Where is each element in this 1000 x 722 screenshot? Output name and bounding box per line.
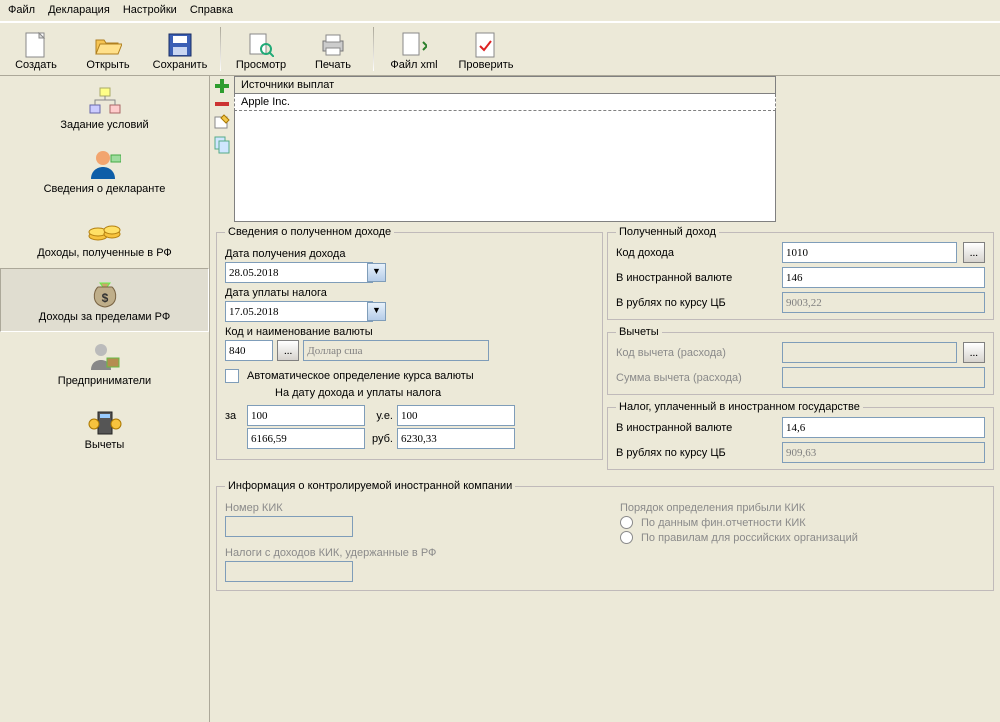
source-row[interactable]: Apple Inc.: [234, 94, 776, 111]
income-fc-label: В иностранной валюте: [616, 272, 776, 284]
ded-sum-input: [782, 367, 985, 388]
cfc-tax-label: Налоги с доходов КИК, удержанные в РФ: [225, 547, 590, 559]
sources-header: Источники выплат: [234, 76, 776, 94]
currency-lookup-button[interactable]: ...: [277, 340, 299, 361]
cfc-fieldset: Информация о контролируемой иностранной …: [216, 480, 994, 591]
date-tax-label: Дата уплаты налога: [225, 287, 594, 299]
income-rub-label: В рублях по курсу ЦБ: [616, 297, 776, 309]
preview-icon: [248, 33, 274, 57]
currency-label: Код и наименование валюты: [225, 326, 594, 338]
income-info-fieldset: Сведения о полученном доходе Дата получе…: [216, 226, 603, 460]
income-code-label: Код дохода: [616, 247, 776, 259]
printer-icon: [320, 33, 346, 57]
new-doc-icon: [25, 32, 47, 58]
nav-income-abroad[interactable]: $ Доходы за пределами РФ: [0, 268, 209, 332]
copy-source-icon[interactable]: [214, 136, 230, 154]
tax-rub-label: В рублях по курсу ЦБ: [616, 447, 776, 459]
nav-deductions[interactable]: Вычеты: [0, 396, 209, 460]
floppy-icon: [168, 33, 192, 57]
rate1-input[interactable]: [247, 405, 365, 426]
separator: [220, 27, 221, 71]
cfc-radio-2: [620, 531, 633, 544]
date-recv-label: Дата получения дохода: [225, 248, 594, 260]
tax-fc-input[interactable]: [782, 417, 985, 438]
open-button[interactable]: Открыть: [72, 31, 144, 75]
deductions-fieldset: Вычеты Код вычета (расхода) ... Сумма вы…: [607, 326, 994, 395]
toolbar: Создать Открыть Сохранить Просмотр Печат…: [0, 22, 1000, 76]
ded-code-label: Код вычета (расхода): [616, 347, 776, 359]
edit-source-icon[interactable]: [214, 114, 230, 130]
menubar[interactable]: Файл Декларация Настройки Справка: [0, 0, 1000, 22]
svg-text:$: $: [101, 291, 108, 305]
date-tax-input[interactable]: [225, 301, 373, 322]
menu-help[interactable]: Справка: [190, 4, 233, 16]
check-button[interactable]: Проверить: [450, 31, 522, 75]
nav-declarant[interactable]: Сведения о декларанте: [0, 140, 209, 204]
ded-code-lookup-button[interactable]: ...: [963, 342, 985, 363]
remove-source-icon[interactable]: [214, 100, 230, 108]
menu-settings[interactable]: Настройки: [123, 4, 177, 16]
rate1u-input[interactable]: [397, 405, 515, 426]
filexml-button[interactable]: Файл xml: [378, 31, 450, 75]
date-recv-input[interactable]: [225, 262, 373, 283]
dropdown-icon[interactable]: ▼: [367, 302, 386, 321]
calculator-icon: [88, 406, 122, 436]
separator: [373, 27, 374, 71]
cfc-order-label: Порядок определения прибыли КИК: [620, 502, 985, 514]
auto-rate-checkbox[interactable]: [225, 369, 239, 383]
currency-name-input: [303, 340, 489, 361]
received-income-fieldset: Полученный доход Код дохода ... В иностр…: [607, 226, 994, 320]
rate2-input[interactable]: [247, 428, 365, 449]
income-code-lookup-button[interactable]: ...: [963, 242, 985, 263]
currency-code-input[interactable]: [225, 340, 273, 361]
nav-conditions[interactable]: Задание условий: [0, 76, 209, 140]
ondate-label: На дату дохода и уплаты налога: [225, 387, 594, 399]
foreign-tax-fieldset: Налог, уплаченный в иностранном государс…: [607, 401, 994, 470]
create-button[interactable]: Создать: [0, 31, 72, 75]
coins-icon: [88, 216, 122, 242]
person-icon: [89, 149, 121, 181]
income-fc-input[interactable]: [782, 267, 985, 288]
nav-income-rf[interactable]: Доходы, полученные в РФ: [0, 204, 209, 268]
income-rub-input: [782, 292, 985, 313]
sources-blank: [234, 111, 776, 222]
cfc-tax-input: [225, 561, 353, 582]
nav-entrepreneurs[interactable]: Предприниматели: [0, 332, 209, 396]
briefcase-person-icon: [89, 342, 121, 372]
add-source-icon[interactable]: [214, 78, 230, 94]
cfc-num-label: Номер КИК: [225, 502, 590, 514]
menu-decl[interactable]: Декларация: [48, 4, 110, 16]
auto-rate-label: Автоматическое определение курса валюты: [247, 370, 474, 382]
rate2r-input[interactable]: [397, 428, 515, 449]
preview-button[interactable]: Просмотр: [225, 31, 297, 75]
cfc-radio-1: [620, 516, 633, 529]
menu-file[interactable]: Файл: [8, 4, 35, 16]
cfc-num-input: [225, 516, 353, 537]
xml-file-icon: [401, 32, 427, 58]
side-nav: Задание условий Сведения о декларанте До…: [0, 76, 210, 722]
diagram-icon: [88, 87, 122, 115]
income-code-input[interactable]: [782, 242, 957, 263]
tax-fc-label: В иностранной валюте: [616, 422, 776, 434]
money-bag-icon: $: [90, 277, 120, 309]
print-button[interactable]: Печать: [297, 31, 369, 75]
folder-open-icon: [94, 34, 122, 56]
check-doc-icon: [475, 32, 497, 58]
save-button[interactable]: Сохранить: [144, 31, 216, 75]
tax-rub-input: [782, 442, 985, 463]
ded-sum-label: Сумма вычета (расхода): [616, 372, 776, 384]
dropdown-icon[interactable]: ▼: [367, 263, 386, 282]
ded-code-input: [782, 342, 957, 363]
